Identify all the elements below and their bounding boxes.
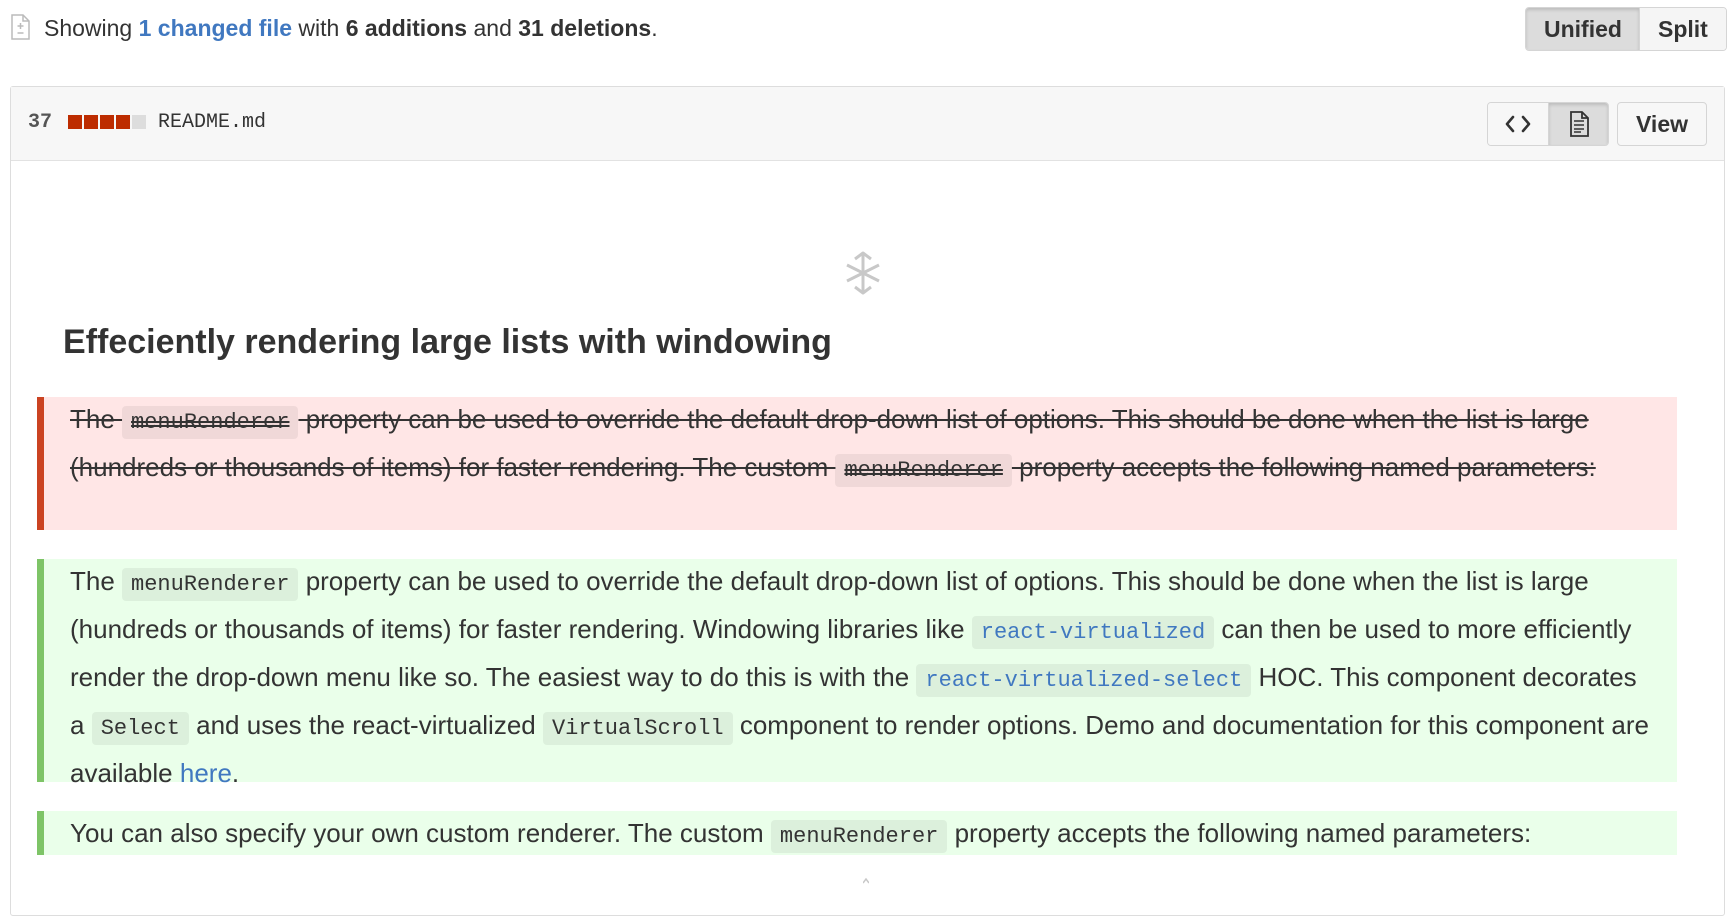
deletions-count: 31 deletions [518,15,652,41]
diff-view-toggle: Unified Split [1525,7,1727,51]
changed-files-link[interactable]: 1 changed file [139,15,292,41]
text: The [70,566,123,596]
section-heading: Effeciently rendering large lists with w… [63,323,832,361]
summary-with: with [298,15,340,41]
summary-text: Showing 1 changed file with 6 additions … [44,14,658,42]
inline-code: VirtualScroll [542,712,733,745]
inline-code: menuRenderer [122,406,299,439]
removed-paragraph-text: The menuRenderer property can be used to… [70,397,1651,493]
text: property accepts the following named par… [1011,452,1596,482]
expand-bottom-icon[interactable] [863,877,869,887]
inline-code: menuRenderer [770,820,948,853]
here-link[interactable]: here [180,758,232,788]
file-text-icon [1569,111,1589,137]
diffstat-block-deleted [116,115,130,129]
added-paragraph: The menuRenderer property can be used to… [37,559,1677,788]
diffstat-block-deleted [84,115,98,129]
file-diff-icon [11,14,30,40]
source-rich-toggle [1487,102,1609,146]
view-file-button[interactable]: View [1617,102,1707,146]
text: You can also specify your own custom ren… [70,818,771,848]
text: The [70,404,123,434]
removed-paragraph: The menuRenderer property can be used to… [37,397,1677,530]
file-name[interactable]: README.md [158,111,266,135]
diff-summary-bar: Showing 1 changed file with 6 additions … [0,0,1734,56]
diffstat-block-deleted [100,115,114,129]
diffstat-block-neutral [132,115,146,129]
diffstat-block-deleted [68,115,82,129]
react-virtualized-link[interactable]: react-virtualized [971,616,1215,649]
inline-code: menuRenderer [835,454,1012,487]
unified-button[interactable]: Unified [1526,8,1640,50]
diffstat-blocks [68,115,146,129]
change-count: 37 [28,111,53,134]
text: property accepts the following named par… [947,818,1532,848]
inline-code: Select [91,712,189,745]
text: . [231,758,240,788]
source-view-button[interactable] [1488,103,1548,145]
text: and uses the react-virtualized [188,710,543,740]
additions-count: 6 additions [345,15,468,41]
added-paragraph: You can also specify your own custom ren… [37,811,1677,855]
code-icon [1505,115,1531,133]
file-header: 37 README.md View [11,87,1724,161]
file-diff: 37 README.md View Effeciently rendering … [10,86,1725,916]
summary-and: and [473,15,512,41]
added-paragraph-text: You can also specify your own custom ren… [70,811,1651,859]
summary-period: . [651,15,658,41]
inline-code: menuRenderer [122,568,299,601]
rich-view-button[interactable] [1548,103,1608,145]
summary-prefix: Showing [44,15,133,41]
split-button[interactable]: Split [1640,8,1726,50]
added-paragraph-text: The menuRenderer property can be used to… [70,559,1651,796]
expand-icon[interactable] [843,251,883,295]
react-virtualized-select-link[interactable]: react-virtualized-select [916,664,1252,697]
